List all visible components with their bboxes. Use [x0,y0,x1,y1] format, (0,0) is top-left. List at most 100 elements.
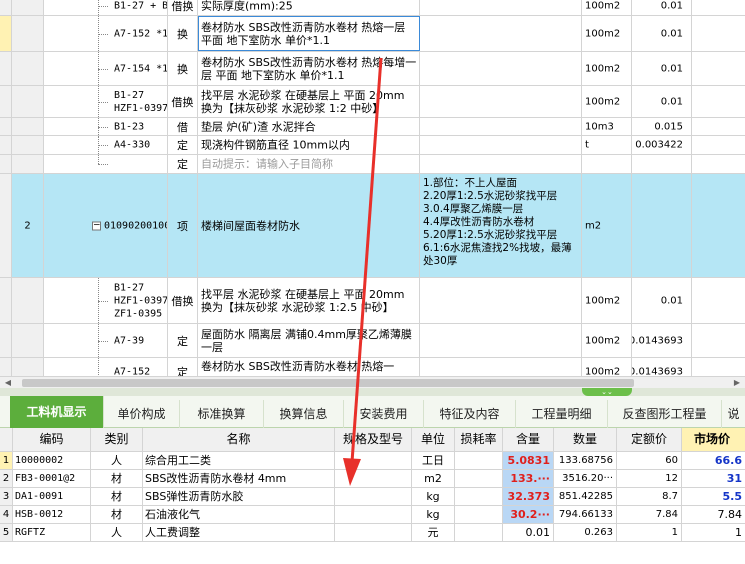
quota-type: 定 [177,158,188,171]
header-category[interactable]: 类别 [91,428,143,451]
resource-content[interactable]: 30.2··· [503,506,554,523]
resource-content[interactable]: 32.373 [503,488,554,505]
resource-unit[interactable]: m2 [412,470,455,487]
tab-features-content[interactable]: 特征及内容 [424,400,516,428]
quota-row[interactable]: A4-330 定 现浇构件钢筋直径 10mm以内 t 0.003422 [0,136,745,155]
row-marker [0,324,12,357]
resource-spec[interactable] [335,506,412,523]
tab-installation-fee[interactable]: 安装费用 [344,400,424,428]
resource-loss-rate[interactable] [455,470,503,487]
tab-labor-material-machine[interactable]: 工料机显示 [10,396,104,428]
feature-cell [420,358,582,376]
resource-market-price[interactable]: 1 [682,524,745,541]
resource-category[interactable]: 人 [91,524,143,541]
quota-row[interactable]: A7-154 *1.1 换 卷材防水 SBS改性沥青防水卷材 热熔每增一层 平面… [0,52,745,86]
resource-loss-rate[interactable] [455,506,503,523]
resource-row[interactable]: 1 10000002 人 综合用工二类 工日 5.0831 133.68756 … [0,452,745,470]
bill-item-row[interactable]: 2 − 010902001002 项 楼梯间屋面卷材防水 1.部位：不上人屋面 … [0,174,745,278]
feature-cell [420,324,582,357]
quota-unit: 100m2 [585,0,621,11]
resource-spec[interactable] [335,524,412,541]
resource-content[interactable]: 0.01 [503,524,554,541]
header-spec[interactable]: 规格及型号 [335,428,412,451]
name-cell-editing[interactable]: 卷材防水 SBS改性沥青防水卷材 热熔一层 平面 地下室防水 单价*1.1 [198,16,420,51]
resource-unit[interactable]: 元 [412,524,455,541]
header-quota-price[interactable]: 定额价 [617,428,682,451]
resource-loss-rate[interactable] [455,524,503,541]
resource-market-price[interactable]: 5.5 [682,488,745,505]
header-unit[interactable]: 单位 [412,428,455,451]
horizontal-scrollbar[interactable]: ◀ ▶ [0,376,745,388]
code-cell [44,155,168,173]
resource-spec[interactable] [335,452,412,469]
resource-loss-rate[interactable] [455,452,503,469]
splitter-grip-icon[interactable]: ⌄⌄ [582,388,632,396]
header-loss-rate[interactable]: 损耗率 [455,428,503,451]
name-cell: 找平层 水泥砂浆 在硬基层上 平面 20mm 换为【抹灰砂浆 水泥砂浆 1:2 … [198,86,420,117]
tab-quantity-details[interactable]: 工程量明细 [516,400,608,428]
resource-row[interactable]: 4 HSB-0012 材 石油液化气 kg 30.2··· 794.66133 … [0,506,745,524]
tab-unit-price-composition[interactable]: 单价构成 [104,400,180,428]
resource-row[interactable]: 2 FB3-0001@2 材 SBS改性沥青防水卷材 4mm m2 133.··… [0,470,745,488]
header-code[interactable]: 编码 [13,428,91,451]
resource-name[interactable]: 综合用工二类 [143,452,335,469]
header-name[interactable]: 名称 [143,428,335,451]
resource-category[interactable]: 材 [91,506,143,523]
resource-row[interactable]: 3 DA1-0091 材 SBS弹性沥青防水胶 kg 32.373 851.42… [0,488,745,506]
resource-market-price[interactable]: 7.84 [682,506,745,523]
resource-unit[interactable]: kg [412,506,455,523]
resource-loss-rate[interactable] [455,488,503,505]
resource-unit[interactable]: kg [412,488,455,505]
header-quantity[interactable]: 数量 [554,428,617,451]
resource-content[interactable]: 5.0831 [503,452,554,469]
resource-category[interactable]: 材 [91,488,143,505]
resource-category[interactable]: 人 [91,452,143,469]
resource-code[interactable]: HSB-0012 [13,506,91,523]
resource-category[interactable]: 材 [91,470,143,487]
resource-name[interactable]: SBS弹性沥青防水胶 [143,488,335,505]
resource-row[interactable]: 5 RGFTZ 人 人工费调整 元 0.01 0.263 1 1 [0,524,745,542]
collapse-icon[interactable]: − [92,221,101,230]
quota-row[interactable]: B1-23 借 垫层 炉(矿)渣 水泥拌合 10m3 0.015 [0,118,745,136]
quota-row[interactable]: B1-27 + B1-30 借换 实际厚度(mm):25 100m2 0.01 [0,0,745,16]
quota-name: 卷材防水 SBS改性沥青防水卷材 热熔一层 平面 地下室防水 单价*1.1 [201,20,406,47]
type-cell: 换 [168,52,198,85]
resource-unit[interactable]: 工日 [412,452,455,469]
resource-name[interactable]: SBS改性沥青防水卷材 4mm [143,470,335,487]
resource-name[interactable]: 人工费调整 [143,524,335,541]
quota-row[interactable]: A7-152 定 卷材防水 SBS改性沥青防水卷材 热熔一 100m2 0.01… [0,358,745,376]
header-content[interactable]: 含量 [503,428,554,451]
scroll-right-icon[interactable]: ▶ [731,378,743,388]
tab-more[interactable]: 说 [722,400,745,428]
resource-code[interactable]: DA1-0091 [13,488,91,505]
resource-spec[interactable] [335,488,412,505]
resource-market-price[interactable]: 66.6 [682,452,745,469]
resource-code[interactable]: FB3-0001@2 [13,470,91,487]
resource-market-price[interactable]: 31 [682,470,745,487]
type-cell: 借换 [168,86,198,117]
panel-splitter[interactable]: ⌄⌄ [0,388,745,396]
resource-spec[interactable] [335,470,412,487]
quota-row[interactable]: A7-152 *1.1 换 卷材防水 SBS改性沥青防水卷材 热熔一层 平面 地… [0,16,745,52]
scrollbar-thumb[interactable] [22,379,634,387]
scroll-left-icon[interactable]: ◀ [2,378,14,388]
resource-name[interactable]: 石油液化气 [143,506,335,523]
tab-conversion-info[interactable]: 换算信息 [264,400,344,428]
resource-code[interactable]: RGFTZ [13,524,91,541]
quota-input-hint[interactable]: 自动提示：请输入子目简称 [198,155,420,173]
tab-reverse-graphic-quantity[interactable]: 反查图形工程量 [608,400,722,428]
quota-type: 借换 [171,294,194,308]
tab-standard-conversion[interactable]: 标准换算 [180,400,264,428]
feature-cell: 1.部位：不上人屋面 2.20厚1:2.5水泥砂浆找平层 3.0.4厚聚乙烯膜一… [420,174,582,277]
header-corner [0,428,13,451]
quota-row[interactable]: A7-39 定 屋面防水 隔离层 满铺0.4mm厚聚乙烯薄膜一层 100m2 0… [0,324,745,358]
resource-content[interactable]: 133.··· [503,470,554,487]
feature-cell [420,16,582,51]
name-cell: 楼梯间屋面卷材防水 [198,174,420,277]
quota-row-input[interactable]: 定 自动提示：请输入子目简称 [0,155,745,174]
quota-row[interactable]: B1-27 HZF1-0397 ZF··· 借换 找平层 水泥砂浆 在硬基层上 … [0,86,745,118]
resource-code[interactable]: 10000002 [13,452,91,469]
header-market-price[interactable]: 市场价 [682,428,745,451]
quota-row[interactable]: B1-27 HZF1-0397 ZF1-0395 借换 找平层 水泥砂浆 在硬基… [0,278,745,324]
resource-quantity: 0.263 [554,524,617,541]
